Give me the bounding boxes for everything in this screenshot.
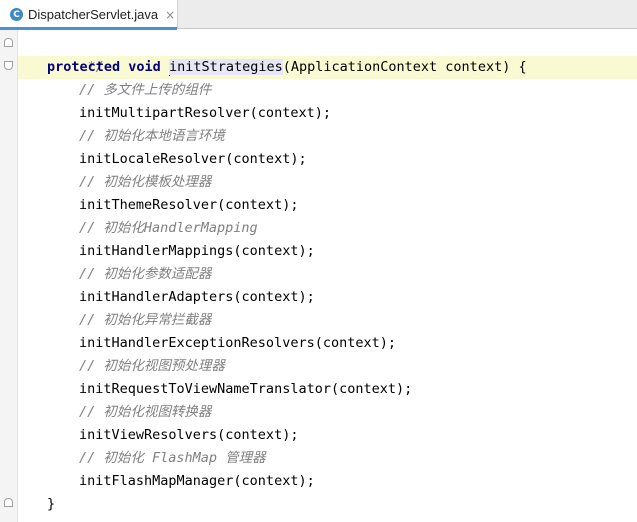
tab-dispatcherservlet[interactable]: C DispatcherServlet.java × xyxy=(0,0,178,30)
keyword-void: void xyxy=(128,59,161,75)
code-statement-line[interactable]: initHandlerAdapters(context); xyxy=(47,286,315,309)
code-line[interactable]: */ xyxy=(47,33,104,75)
statement-text: initMultipartResolver(context); xyxy=(79,105,331,121)
fold-end-icon[interactable] xyxy=(4,38,13,47)
method-name: initStrategies xyxy=(168,59,283,75)
code-statement-line[interactable]: initFlashMapManager(context); xyxy=(47,470,315,493)
code-comment-line[interactable]: // 初始化参数适配器 xyxy=(47,263,211,286)
statement-text: initLocaleResolver(context); xyxy=(79,151,307,167)
code-line-closing-brace[interactable]: } xyxy=(47,493,55,516)
code-comment-line[interactable]: // 初始化模板处理器 xyxy=(47,171,211,194)
close-icon[interactable]: × xyxy=(165,8,175,22)
statement-text: initHandlerMappings(context); xyxy=(79,243,315,259)
comment-text: // 初始化参数适配器 xyxy=(79,266,212,282)
statement-text: initViewResolvers(context); xyxy=(79,427,299,443)
statement-text: initFlashMapManager(context); xyxy=(79,473,315,489)
tab-label: DispatcherServlet.java xyxy=(28,7,159,22)
comment-text: // 初始化 FlashMap 管理器 xyxy=(79,450,266,466)
comment-text: // 初始化本地语言环境 xyxy=(79,128,225,144)
comment-text: // 初始化视图预处理器 xyxy=(79,358,225,374)
comment-text: // 初始化HandlerMapping xyxy=(79,220,258,236)
code-statement-line[interactable]: initThemeResolver(context); xyxy=(47,194,298,217)
editor-gutter[interactable] xyxy=(0,30,17,522)
code-editor[interactable]: */ protected void initStrategies(Applica… xyxy=(18,30,637,522)
code-comment-line[interactable]: // 多文件上传的组件 xyxy=(47,79,211,102)
comment-text: // 初始化视图转换器 xyxy=(79,404,212,420)
code-statement-line[interactable]: initRequestToViewNameTranslator(context)… xyxy=(47,378,412,401)
code-comment-line[interactable]: // 初始化视图转换器 xyxy=(47,401,211,424)
code-line-method-signature[interactable]: protected void initStrategies(Applicatio… xyxy=(47,56,527,79)
code-statement-line[interactable]: initHandlerExceptionResolvers(context); xyxy=(47,332,396,355)
code-comment-line[interactable]: // 初始化HandlerMapping xyxy=(47,217,258,240)
fold-end-icon[interactable] xyxy=(4,498,13,507)
method-params: (ApplicationContext context) { xyxy=(282,59,527,75)
comment-text: // 初始化模板处理器 xyxy=(79,174,212,190)
statement-text: initRequestToViewNameTranslator(context)… xyxy=(79,381,413,397)
code-comment-line[interactable]: // 初始化 FlashMap 管理器 xyxy=(47,447,266,470)
closing-brace: } xyxy=(47,496,56,512)
code-statement-line[interactable]: initLocaleResolver(context); xyxy=(47,148,307,171)
fold-start-icon[interactable] xyxy=(4,61,13,70)
code-comment-line[interactable]: // 初始化视图预处理器 xyxy=(47,355,225,378)
statement-text: initHandlerExceptionResolvers(context); xyxy=(79,335,396,351)
code-statement-line[interactable]: initMultipartResolver(context); xyxy=(47,102,331,125)
statement-text: initThemeResolver(context); xyxy=(79,197,299,213)
comment-text: // 初始化异常拦截器 xyxy=(79,312,212,328)
comment-text: // 多文件上传的组件 xyxy=(79,82,212,98)
code-comment-line[interactable]: // 初始化异常拦截器 xyxy=(47,309,211,332)
code-comment-line[interactable]: // 初始化本地语言环境 xyxy=(47,125,225,148)
code-statement-line[interactable]: initViewResolvers(context); xyxy=(47,424,298,447)
editor-tab-bar: C DispatcherServlet.java × xyxy=(0,0,637,30)
statement-text: initHandlerAdapters(context); xyxy=(79,289,315,305)
keyword-protected: protected xyxy=(47,59,121,75)
code-statement-line[interactable]: initHandlerMappings(context); xyxy=(47,240,315,263)
java-class-icon: C xyxy=(10,8,23,21)
